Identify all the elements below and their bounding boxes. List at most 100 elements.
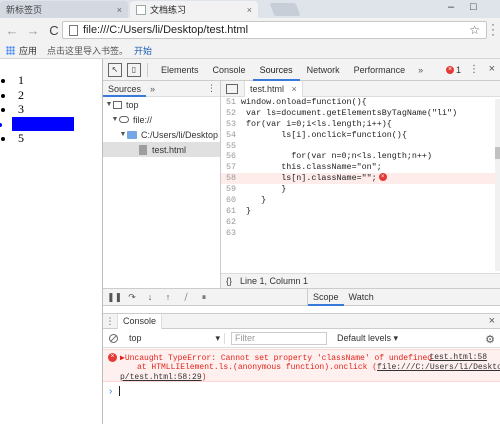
more-tabs-icon[interactable]: »: [412, 65, 429, 75]
error-stack-line: p/test.html:58:29): [120, 373, 207, 382]
browser-tab-active[interactable]: 文档练习 ×: [130, 1, 258, 18]
minimize-button[interactable]: –: [448, 1, 454, 13]
tab-watch[interactable]: Watch: [344, 289, 379, 306]
code-area[interactable]: 51 window.onload=function(){ 52 var ls=do…: [221, 97, 495, 273]
error-text[interactable]: ▶Uncaught TypeError: Cannot set property…: [120, 353, 432, 363]
error-source-link[interactable]: test.html:58: [429, 353, 487, 362]
reload-icon[interactable]: C: [45, 21, 63, 39]
devtools-panel: ↖ ▯ Elements Console Sources Network Per…: [102, 59, 500, 424]
deactivate-breakpoints-icon[interactable]: ⧸: [179, 292, 193, 303]
tree-item-file[interactable]: test.html: [103, 142, 220, 157]
close-icon[interactable]: ×: [247, 5, 252, 15]
code-line: 51 window.onload=function(){: [225, 97, 367, 107]
code-line: 56 for(var n=0;n<ls.length;n++): [225, 151, 432, 162]
devtools-menu-icon[interactable]: ⋮: [469, 64, 479, 75]
more-icon[interactable]: »: [146, 84, 155, 94]
tab-scope[interactable]: Scope: [308, 289, 344, 306]
tab-drawer-console[interactable]: Console: [117, 313, 163, 329]
forward-arrow-icon[interactable]: →: [24, 21, 42, 39]
list-item[interactable]: 1: [15, 73, 74, 88]
tab-sources[interactable]: Sources: [252, 59, 300, 81]
url-text[interactable]: file:///C:/Users/li/Desktop/test.html: [83, 24, 248, 36]
editor-scrollbar[interactable]: [495, 99, 500, 271]
address-bar[interactable]: file:///C:/Users/li/Desktop/test.html ☆: [62, 21, 487, 39]
pause-on-exceptions-icon[interactable]: ⏸: [197, 292, 211, 303]
close-icon[interactable]: ×: [292, 84, 297, 94]
editor-file-tab[interactable]: test.html ×: [244, 80, 303, 97]
tab-label: 新标签页: [6, 5, 43, 15]
chevron-down-icon: ▾: [215, 333, 220, 343]
browser-toolbar: ← → C file:///C:/Users/li/Desktop/test.h…: [0, 18, 500, 42]
tree-label: test.html: [152, 144, 187, 155]
list-item-highlighted[interactable]: 4: [12, 116, 74, 131]
pretty-print-icon[interactable]: {}: [226, 276, 232, 286]
tab-network[interactable]: Network: [300, 59, 347, 81]
step-into-icon[interactable]: ↓: [143, 292, 157, 302]
context-value: top: [129, 333, 142, 343]
page-icon: [136, 4, 146, 15]
scrollbar-thumb[interactable]: [495, 147, 500, 159]
debugger-toolbar: ❚❚ ↷ ↓ ↑ ⧸ ⏸ Scope Watch: [103, 288, 500, 306]
editor-tabbar: test.html ×: [221, 80, 500, 97]
inspect-element-icon[interactable]: ↖: [108, 62, 122, 77]
console-error-message: × ▶Uncaught TypeError: Cannot set proper…: [103, 349, 500, 382]
bookmarks-bar: 应用 点击这里导入书签。 开始: [0, 42, 500, 59]
close-icon[interactable]: ×: [489, 315, 495, 327]
error-count-badge[interactable]: × 1: [445, 65, 461, 75]
tab-console[interactable]: Console: [206, 59, 253, 81]
gear-icon[interactable]: ⚙: [485, 333, 495, 346]
code-line: 52 var ls=document.getElementsByTagName(…: [225, 107, 458, 118]
apps-grid-icon[interactable]: [6, 45, 15, 55]
tree-label: C:/Users/li/Desktop: [141, 129, 219, 140]
toggle-navigator-icon[interactable]: [226, 83, 238, 94]
list-item[interactable]: 3: [15, 102, 74, 117]
cloud-icon: [119, 116, 129, 123]
navigator-header: Sources » ⋮: [103, 81, 220, 97]
clear-console-icon[interactable]: [109, 334, 118, 343]
tree-item-file-scheme[interactable]: ▼ file://: [103, 112, 220, 127]
tab-performance[interactable]: Performance: [347, 59, 413, 81]
tab-elements[interactable]: Elements: [154, 59, 206, 81]
folder-icon: [127, 130, 137, 139]
devtools-tabbar: ↖ ▯ Elements Console Sources Network Per…: [103, 59, 500, 81]
navigator-menu-icon[interactable]: ⋮: [207, 83, 216, 94]
new-tab-button[interactable]: [269, 3, 301, 16]
bookmark-apps[interactable]: 应用: [19, 44, 37, 57]
console-input[interactable]: [119, 386, 120, 396]
drawer-header: ⋮ Console ×: [103, 313, 500, 329]
star-icon[interactable]: ☆: [469, 23, 480, 37]
list-item[interactable]: 5: [15, 131, 74, 146]
pause-icon[interactable]: ❚❚: [107, 292, 122, 303]
divider: [147, 62, 148, 77]
context-selector[interactable]: top ▾: [125, 333, 225, 344]
error-icon[interactable]: ×: [378, 173, 387, 182]
console-prompt-icon: ›: [109, 386, 113, 397]
close-icon[interactable]: ×: [489, 63, 495, 75]
tab-navigator-sources[interactable]: Sources: [103, 81, 147, 97]
log-levels-dropdown[interactable]: Default levels ▾: [337, 333, 398, 344]
tree-item-top[interactable]: ▼ top: [103, 97, 220, 112]
maximize-button[interactable]: □: [470, 1, 477, 13]
device-toolbar-icon[interactable]: ▯: [127, 62, 141, 77]
console-filter-input[interactable]: Filter: [231, 332, 327, 345]
back-arrow-icon[interactable]: ←: [3, 21, 21, 39]
step-over-icon[interactable]: ↷: [125, 292, 139, 303]
number-list: 1 2 3 4 5: [12, 73, 74, 146]
code-line: 62: [225, 216, 236, 227]
code-line: 55: [225, 140, 236, 151]
list-item[interactable]: 2: [15, 88, 74, 103]
code-line: 59 }: [225, 184, 287, 195]
drawer-menu-icon[interactable]: ⋮: [103, 316, 117, 327]
bookmark-start-link[interactable]: 开始: [134, 44, 152, 57]
code-line: 61 }: [225, 205, 252, 216]
stack-file-link[interactable]: file:///C:/Users/li/Deskto: [377, 363, 500, 372]
menu-kebab-icon[interactable]: · · ·: [489, 18, 497, 40]
tree-item-folder[interactable]: ▼ C:/Users/li/Desktop: [103, 127, 220, 142]
editor-status-bar: {} Line 1, Column 1: [221, 273, 500, 288]
close-icon[interactable]: ×: [117, 5, 122, 15]
stack-file-link[interactable]: p/test.html:58:29: [120, 373, 202, 382]
console-toolbar: top ▾ Filter Default levels ▾ ⚙: [103, 330, 500, 348]
step-out-icon[interactable]: ↑: [161, 292, 175, 302]
tree-label: file://: [133, 114, 153, 125]
browser-tab-new[interactable]: 新标签页 ×: [0, 1, 128, 18]
